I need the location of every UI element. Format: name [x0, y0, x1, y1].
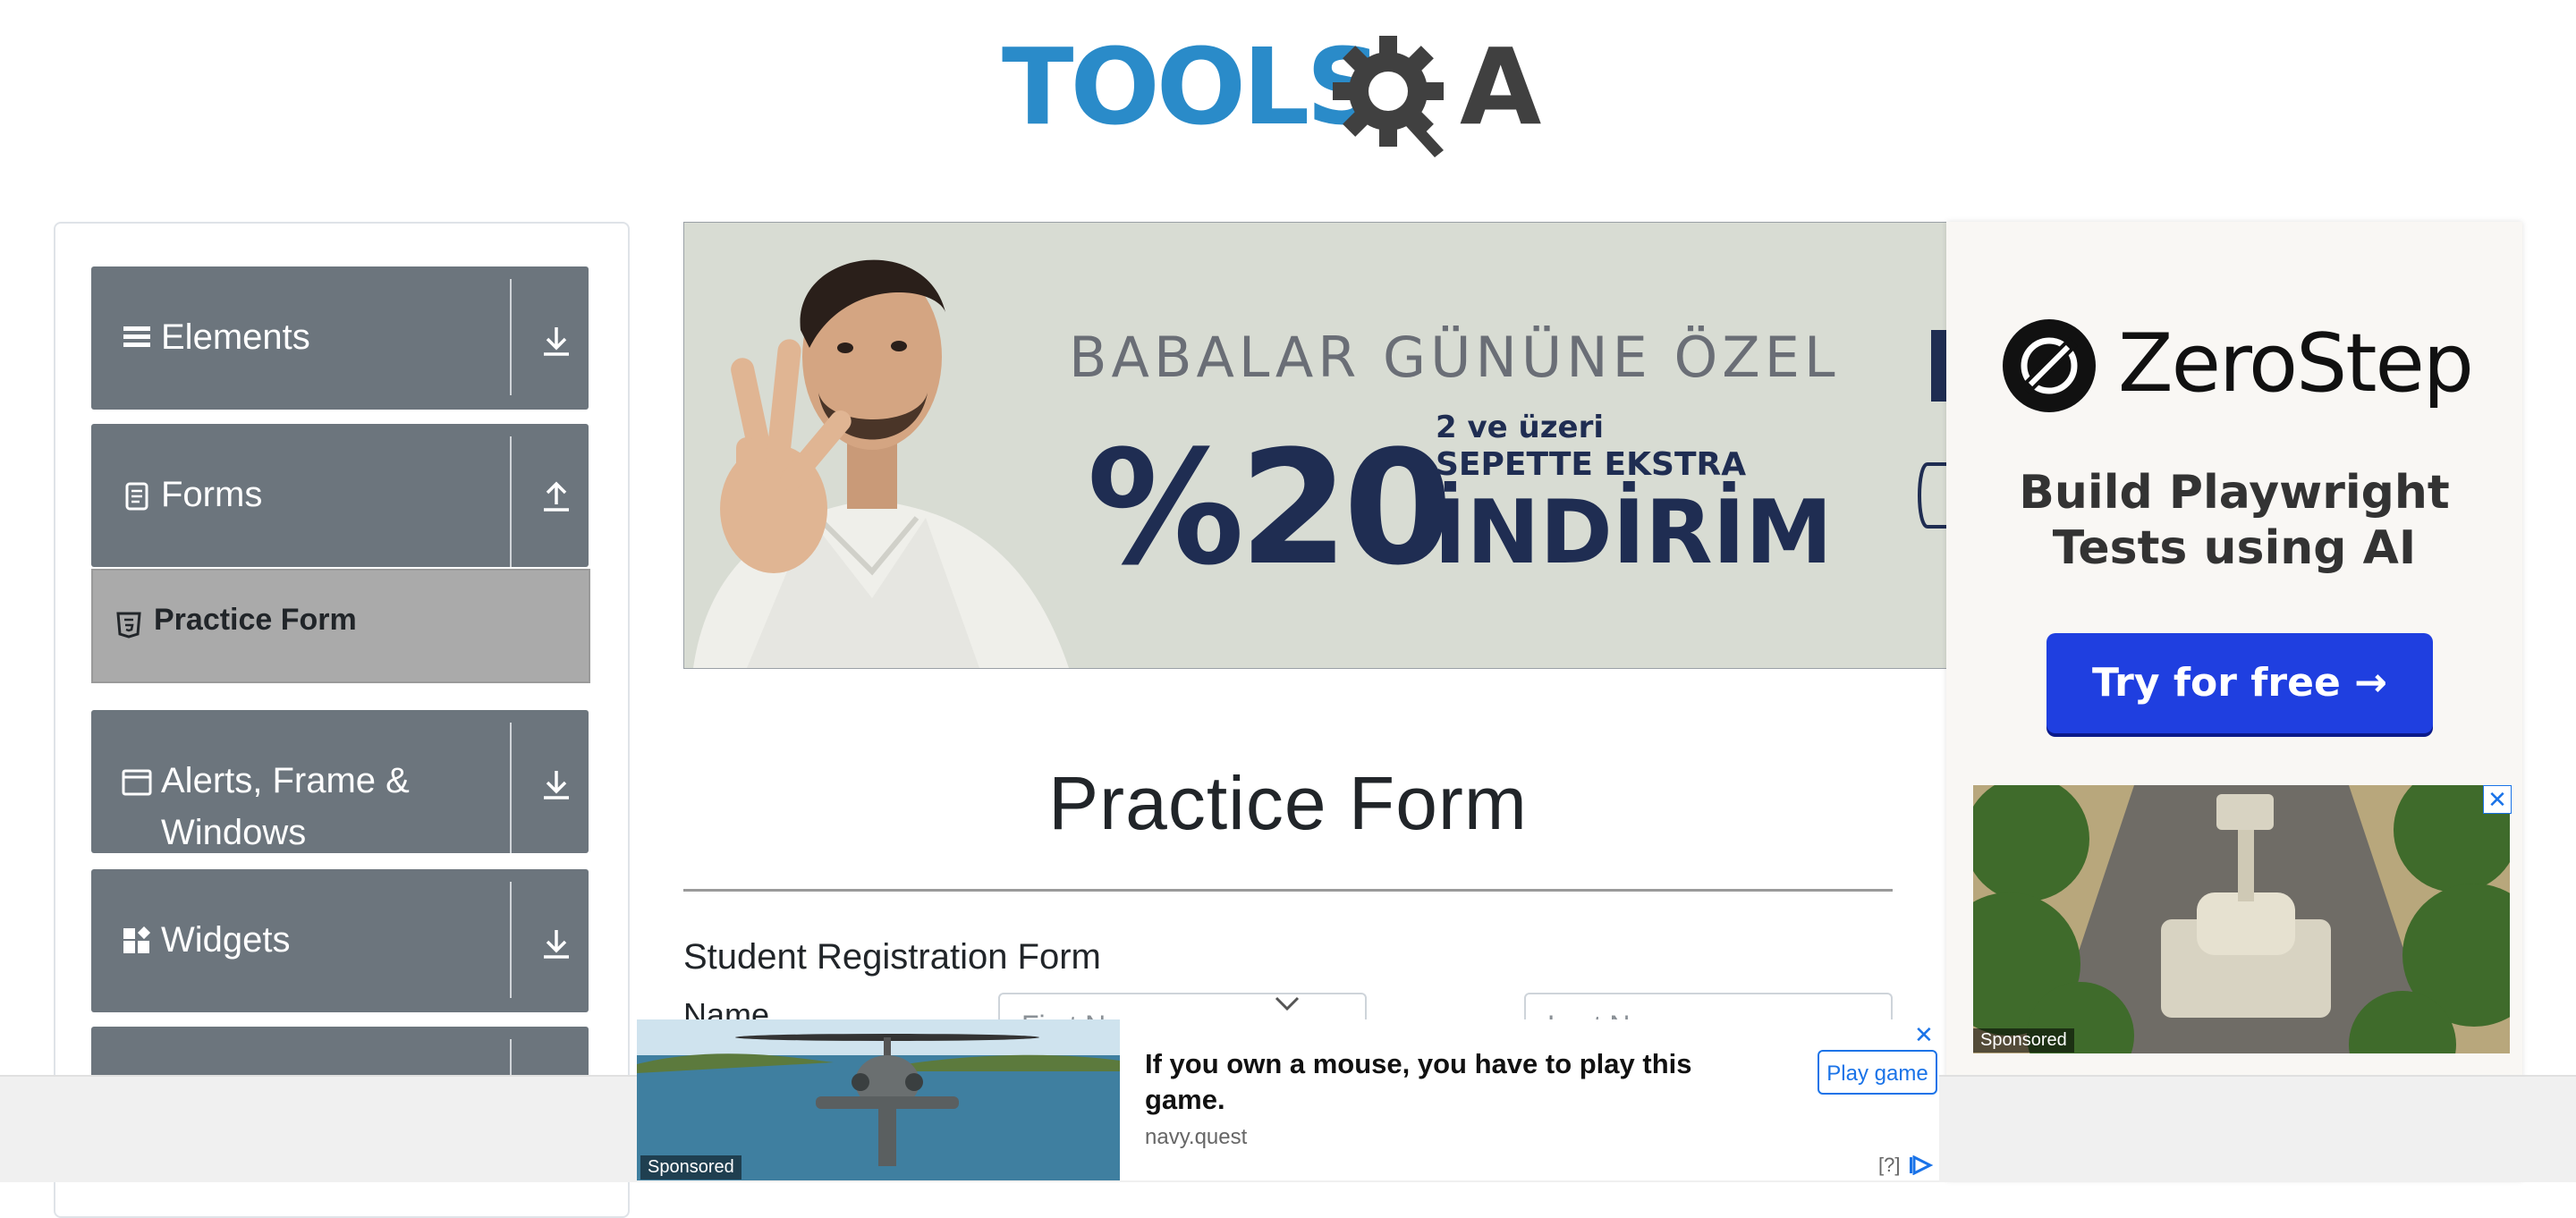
page-title: Practice Form — [1048, 761, 1528, 845]
tank-illustration — [1973, 785, 2510, 1053]
sidebar-group-forms[interactable]: Forms — [91, 424, 589, 567]
toolsqa-logo[interactable]: TOOLS A — [1002, 25, 1583, 168]
ad-headline[interactable]: If you own a mouse, you have to play thi… — [1145, 1046, 1717, 1118]
banner-percent: %20 — [1087, 417, 1447, 600]
sidebar-item-practice-form[interactable]: Practice Form — [91, 569, 590, 683]
inner-ad-image[interactable] — [1973, 785, 2510, 1053]
banner-small-3: İNDİRİM — [1434, 481, 1833, 584]
ad-source: navy.quest — [1145, 1125, 1248, 1149]
hamburger-icon — [123, 326, 150, 347]
sidebar-item-label: Practice Form — [154, 603, 357, 637]
document-icon — [125, 482, 148, 511]
banner-illustration: BABALAR GÜNÜNE ÖZEL %20 2 ve üzeri SEPET… — [693, 259, 1947, 668]
chevron-down-icon — [1275, 996, 1300, 1011]
banner-edge-mark — [1931, 330, 1947, 402]
html5-icon — [116, 612, 141, 639]
sidebar-group-label: Widgets — [161, 920, 291, 960]
divider — [510, 436, 512, 567]
close-icon[interactable]: ✕ — [1914, 1021, 1934, 1049]
upload-arrow-icon[interactable] — [538, 479, 574, 515]
banner-small-2: SEPETTE EKSTRA — [1436, 446, 1746, 483]
form-title: Student Registration Form — [683, 937, 1101, 977]
sidebar-group-widgets[interactable]: Widgets — [91, 869, 589, 1012]
divider — [510, 723, 512, 853]
window-icon — [122, 769, 152, 796]
banner-small-1: 2 ve üzeri — [1436, 410, 1604, 445]
ad-headline: Build Playwright Tests using AI — [2019, 466, 2450, 575]
sponsored-label: Sponsored — [1973, 1028, 2074, 1053]
play-game-button[interactable]: Play game — [1818, 1050, 1937, 1095]
sidebar-group-elements[interactable]: Elements — [91, 266, 589, 410]
divider — [510, 882, 512, 998]
ad-brand: ZeroStep — [2118, 317, 2474, 410]
close-icon[interactable]: ✕ — [2483, 785, 2512, 814]
banner-edge-button — [1918, 462, 1947, 529]
sidebar: Elements Forms Practice Form Alerts, Fra… — [54, 222, 630, 1218]
banner-ad[interactable]: BABALAR GÜNÜNE ÖZEL %20 2 ve üzeri SEPET… — [683, 222, 1948, 669]
adchoices-icon[interactable] — [1909, 1155, 1934, 1175]
logo-text-tools: TOOLS — [1002, 25, 1378, 148]
sponsored-label: Sponsored — [640, 1155, 741, 1180]
sidebar-group-label: Elements — [161, 317, 310, 357]
download-arrow-icon[interactable] — [538, 926, 574, 962]
zerostep-logo-icon — [2003, 319, 2096, 412]
logo-text-a: A — [1460, 25, 1541, 148]
person-image — [693, 259, 1069, 668]
right-ad[interactable]: ZeroStep Build Playwright Tests using AI… — [1946, 222, 2522, 1180]
sidebar-group-label: Forms — [161, 475, 263, 514]
download-arrow-icon[interactable] — [538, 767, 574, 803]
try-for-free-button[interactable]: Try for free → — [2046, 633, 2433, 733]
banner-headline: BABALAR GÜNÜNE ÖZEL — [1069, 325, 1840, 390]
ad-info-link[interactable]: [?] — [1878, 1154, 1900, 1177]
bottom-ad[interactable]: If you own a mouse, you have to play thi… — [637, 1019, 1939, 1180]
widgets-icon — [123, 926, 151, 953]
sidebar-group-label: Alerts, Frame & Windows — [161, 761, 410, 852]
sidebar-group-alerts-frame-windows[interactable]: Alerts, Frame & Windows — [91, 710, 589, 853]
divider — [683, 889, 1893, 892]
download-arrow-icon[interactable] — [538, 324, 574, 359]
divider — [510, 279, 512, 395]
